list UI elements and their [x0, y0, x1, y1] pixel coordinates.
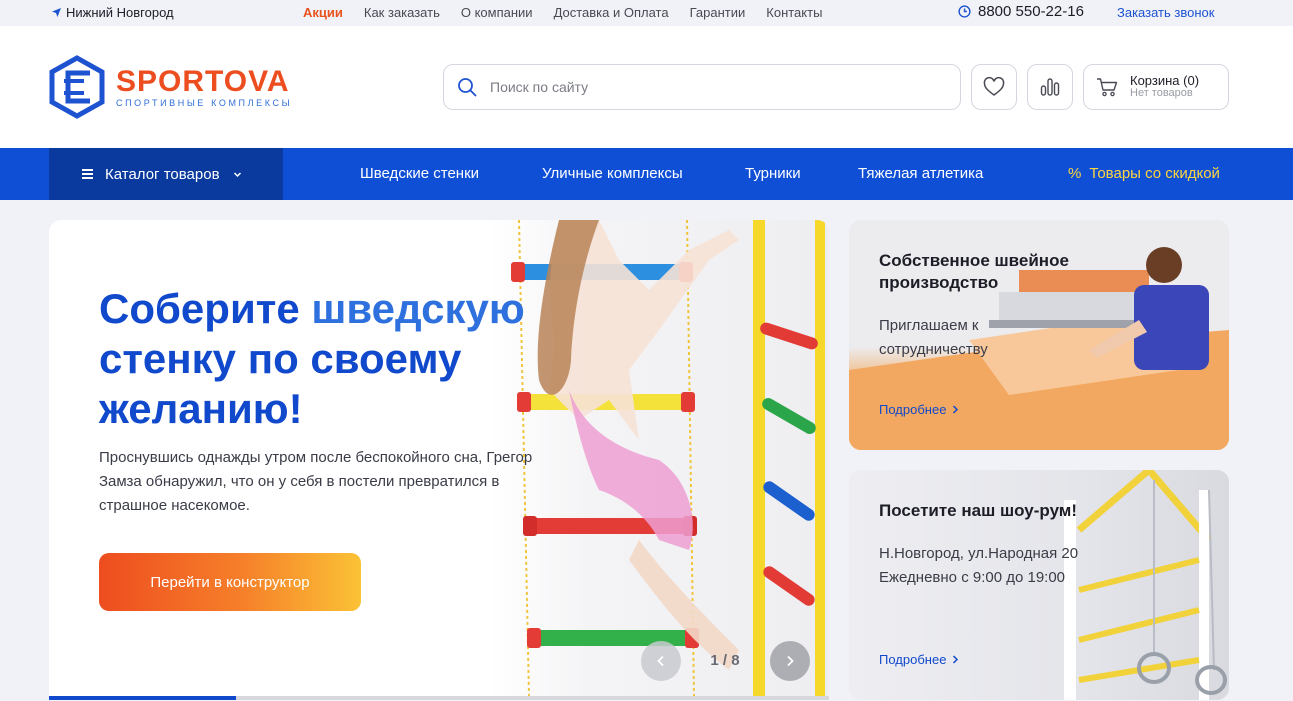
nav-wall-bars[interactable]: Шведские стенки: [360, 165, 479, 182]
compare-button[interactable]: [1027, 64, 1073, 110]
slider-next-button[interactable]: [770, 641, 810, 681]
city-label: Нижний Новгород: [66, 5, 174, 20]
search-input[interactable]: [490, 79, 930, 95]
hero-title-part-b: шведскую: [311, 285, 525, 332]
chevron-right-icon: [953, 655, 959, 664]
nav-weightlifting[interactable]: Тяжелая атлетика: [858, 165, 983, 182]
hero-title: Соберите шведскую стенку по своему желан…: [99, 284, 579, 434]
top-nav-contacts[interactable]: Контакты: [766, 5, 822, 20]
slider-counter: 1 / 8: [710, 652, 740, 669]
slider-progress: [49, 696, 829, 700]
card-showroom-title: Посетите наш шоу-рум!: [879, 501, 1078, 520]
card-sewing-title: Собственное швейное производство: [879, 251, 1069, 292]
discount-label: Товары со скидкой: [1089, 165, 1220, 182]
hero-slider: Соберите шведскую стенку по своему желан…: [49, 220, 829, 700]
chevron-left-icon: [657, 655, 664, 667]
favorites-button[interactable]: [971, 64, 1017, 110]
card-showroom-hours: Ежедневно с 9:00 до 19:00: [879, 569, 1066, 586]
city-selector[interactable]: Нижний Новгород: [52, 5, 174, 20]
top-nav-delivery[interactable]: Доставка и Оплата: [554, 5, 669, 20]
catalog-label: Каталог товаров: [105, 165, 220, 183]
slider-progress-fill: [49, 696, 237, 700]
cart-title: Корзина (0): [1130, 73, 1200, 88]
logo-hexagon-icon: [49, 55, 105, 119]
nav-pull-up-bars[interactable]: Турники: [745, 165, 801, 182]
heart-icon: [983, 76, 1005, 96]
location-arrow-icon: [52, 8, 61, 17]
constructor-button[interactable]: Перейти в конструктор: [99, 553, 361, 611]
phone-number[interactable]: 8800 550-22-16: [958, 3, 1084, 20]
top-bar: Нижний Новгород Акции Как заказать О ком…: [0, 0, 1293, 26]
search-box[interactable]: [443, 64, 961, 110]
search-icon: [458, 78, 477, 97]
card-sewing-text: Приглашаем к сотрудничеству: [879, 317, 988, 358]
top-nav: Акции Как заказать О компании Доставка и…: [303, 5, 822, 20]
top-nav-guarantees[interactable]: Гарантии: [690, 5, 746, 20]
bars-chart-icon: [1040, 78, 1060, 96]
top-nav-about[interactable]: О компании: [461, 5, 533, 20]
card-sewing-more-link[interactable]: Подробнее: [879, 402, 959, 417]
callback-link[interactable]: Заказать звонок: [1117, 5, 1214, 20]
main-nav: Каталог товаров Шведские стенки Уличные …: [0, 148, 1293, 200]
card-showroom-text: Н.Новгород, ул.Народная 20 Ежедневно с 9…: [879, 542, 1179, 590]
slider-prev-button[interactable]: [641, 641, 681, 681]
chevron-right-icon: [953, 405, 959, 414]
top-nav-promo[interactable]: Акции: [303, 5, 343, 20]
chevron-down-icon: [233, 171, 241, 177]
percent-icon: %: [1068, 165, 1082, 182]
top-nav-how-to-order[interactable]: Как заказать: [364, 5, 440, 20]
hero-title-part-c: стенку по своему желанию!: [99, 335, 462, 432]
card-sewing-more-label: Подробнее: [879, 402, 947, 417]
nav-discount[interactable]: % Товары со скидкой: [1068, 165, 1220, 182]
catalog-button[interactable]: Каталог товаров: [49, 148, 283, 200]
logo[interactable]: SPORTOVA СПОРТИВНЫЕ КОМПЛЕКСЫ: [48, 55, 292, 119]
phone-label: 8800 550-22-16: [978, 3, 1084, 20]
cart-subtitle: Нет товаров: [1130, 87, 1193, 99]
logo-name: SPORTOVA: [116, 64, 290, 98]
logo-subtitle: СПОРТИВНЫЕ КОМПЛЕКСЫ: [116, 97, 293, 108]
cart-icon: [1097, 78, 1118, 97]
cart-button[interactable]: Корзина (0) Нет товаров: [1083, 64, 1229, 110]
card-showroom-more-label: Подробнее: [879, 652, 947, 667]
hero-text: Проснувшись однажды утром после беспокой…: [99, 449, 533, 514]
chevron-right-icon: [787, 655, 794, 667]
card-showroom-address: Н.Новгород, ул.Народная 20: [879, 545, 1079, 562]
hero-title-part-a: Соберите: [99, 285, 312, 332]
promo-card-showroom[interactable]: Посетите наш шоу-рум! Н.Новгород, ул.Нар…: [849, 470, 1229, 700]
nav-street-complexes[interactable]: Уличные комплексы: [542, 165, 683, 182]
card-showroom-more-link[interactable]: Подробнее: [879, 652, 959, 667]
header: SPORTOVA СПОРТИВНЫЕ КОМПЛЕКСЫ Корзина (0…: [0, 26, 1293, 148]
clock-icon: [958, 5, 971, 18]
promo-card-sewing[interactable]: Собственное швейное производство Приглаш…: [849, 220, 1229, 450]
menu-icon: [82, 169, 93, 179]
